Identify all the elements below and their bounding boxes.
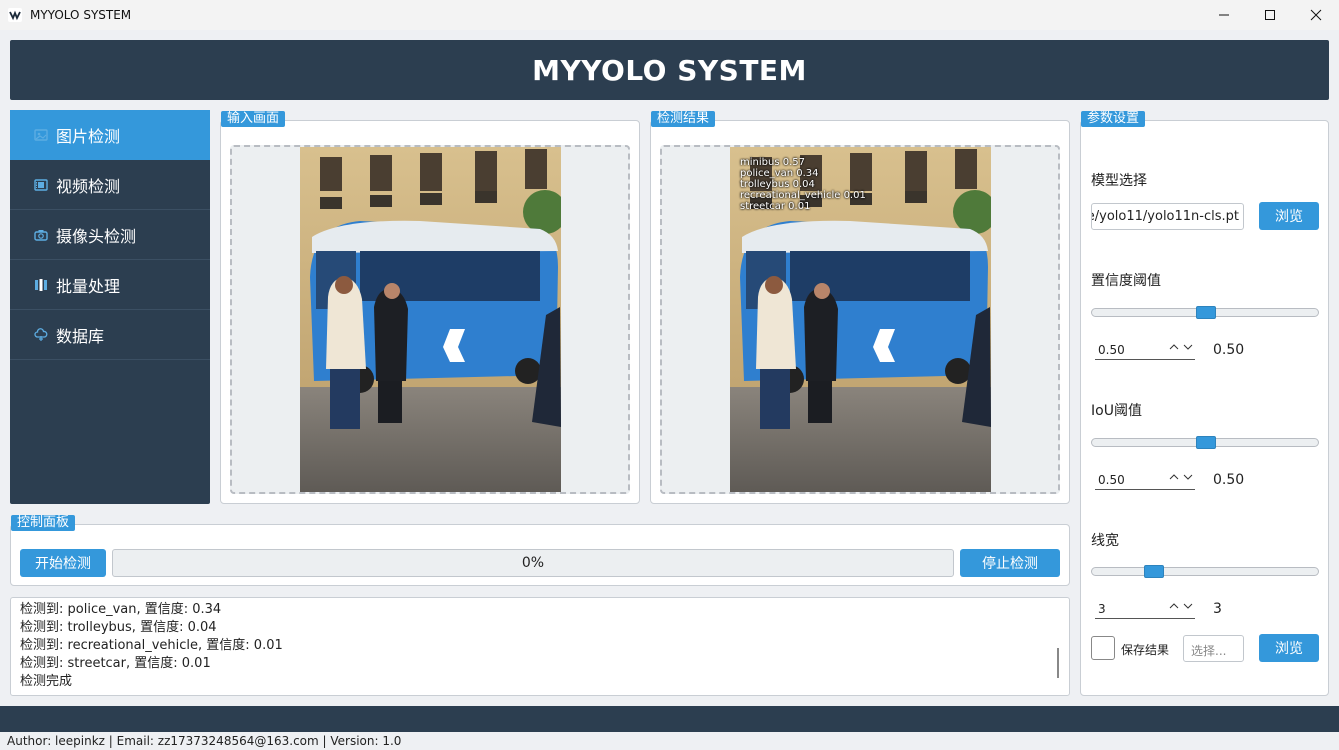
batch-icon [34, 278, 48, 292]
confidence-spin-text: 0.50 [1098, 343, 1125, 357]
log-scrollbar[interactable] [1057, 648, 1059, 678]
settings-panel-title: 参数设置 [1081, 111, 1146, 127]
minimize-button[interactable] [1201, 0, 1247, 30]
iou-slider-handle[interactable] [1196, 436, 1216, 449]
stop-detection-button[interactable]: 停止检测 [960, 549, 1060, 577]
sidebar-item-label: 数据库 [56, 326, 105, 346]
sidebar-item-camera-detection[interactable]: 摄像头检测 [10, 210, 210, 260]
chevron-down-icon[interactable] [1183, 601, 1193, 611]
chevron-down-icon[interactable] [1183, 342, 1193, 352]
iou-spinbox[interactable]: 0.50 [1095, 470, 1195, 490]
detection-label: recreational_vehicle 0.01 [740, 190, 866, 201]
linewidth-spinbox[interactable]: 3 [1095, 599, 1195, 619]
chevron-up-icon[interactable] [1169, 342, 1179, 352]
model-select-label: 模型选择 [1091, 173, 1147, 189]
confidence-slider[interactable] [1091, 306, 1319, 319]
linewidth-value: 3 [1213, 601, 1222, 617]
image-icon [34, 128, 48, 142]
maximize-button[interactable] [1247, 0, 1293, 30]
log-line: 检测完成 [20, 674, 73, 689]
footer-bar [0, 706, 1339, 732]
detection-label: minibus 0.57 [740, 157, 805, 168]
chevron-down-icon[interactable] [1183, 472, 1193, 482]
log-line: 检测到: recreational_vehicle, 置信度: 0.01 [20, 638, 283, 653]
sidebar-item-image-detection[interactable]: 图片检测 [10, 110, 210, 160]
maximize-icon [1265, 10, 1275, 20]
save-results-checkbox[interactable] [1091, 636, 1115, 660]
sidebar-item-label: 图片检测 [56, 127, 121, 146]
linewidth-slider[interactable] [1091, 565, 1319, 578]
status-bar: Author: leepinkz | Email: zz17373248564@… [0, 732, 1339, 750]
save-browse-button[interactable]: 浏览 [1259, 634, 1319, 662]
minimize-icon [1219, 14, 1229, 16]
model-browse-button[interactable]: 浏览 [1259, 202, 1319, 230]
sidebar-item-batch-processing[interactable]: 批量处理 [10, 260, 210, 310]
control-panel-title: 控制面板 [11, 515, 76, 531]
iou-value: 0.50 [1213, 472, 1245, 488]
linewidth-label: 线宽 [1091, 533, 1119, 549]
progress-text: 0% [521, 555, 545, 571]
log-line: 检测到: streetcar, 置信度: 0.01 [20, 656, 211, 671]
iou-slider[interactable] [1091, 436, 1319, 449]
confidence-slider-handle[interactable] [1196, 306, 1216, 319]
close-button[interactable] [1293, 0, 1339, 30]
window-titlebar: MYYOLO SYSTEM [0, 0, 1339, 30]
sidebar: 图片检测 视频检测 摄像头检测 批量处理 数据库 [10, 110, 210, 504]
result-image-frame: minibus 0.57 police_van 0.34 trolleybus … [660, 145, 1060, 494]
iou-label: IoU阈值 [1091, 403, 1142, 419]
app-logo-icon [8, 8, 22, 22]
model-path-input[interactable]: e/yolo11/yolo11n-cls.pt [1091, 203, 1244, 230]
iou-spin-text: 0.50 [1098, 473, 1125, 487]
film-icon [34, 178, 48, 192]
input-panel-title: 输入画面 [221, 111, 286, 127]
detection-label: police_van 0.34 [740, 168, 819, 179]
log-output[interactable]: 检测到: police_van, 置信度: 0.34 检测到: trolleyb… [10, 597, 1070, 696]
result-panel-title: 检测结果 [651, 111, 716, 127]
linewidth-spin-text: 3 [1098, 602, 1106, 616]
sidebar-item-video-detection[interactable]: 视频检测 [10, 160, 210, 210]
input-photo [300, 147, 561, 492]
sidebar-item-label: 摄像头检测 [56, 226, 137, 246]
window-title: MYYOLO SYSTEM [30, 8, 132, 22]
linewidth-slider-handle[interactable] [1144, 565, 1164, 578]
confidence-spinbox[interactable]: 0.50 [1095, 340, 1195, 360]
chevron-up-icon[interactable] [1169, 472, 1179, 482]
header-title: MYYOLO SYSTEM [532, 53, 807, 87]
chevron-up-icon[interactable] [1169, 601, 1179, 611]
confidence-label: 置信度阈值 [1091, 273, 1161, 289]
save-results-label: 保存结果 [1121, 643, 1170, 657]
save-path-input[interactable]: 选择... [1183, 635, 1244, 662]
input-image-frame [230, 145, 630, 494]
start-detection-button[interactable]: 开始检测 [20, 549, 106, 577]
sidebar-item-label: 批量处理 [56, 276, 121, 296]
detection-label: trolleybus 0.04 [740, 179, 815, 190]
app-header: MYYOLO SYSTEM [10, 40, 1329, 100]
camera-icon [34, 228, 48, 242]
log-line: 检测到: trolleybus, 置信度: 0.04 [20, 620, 217, 635]
close-icon [1310, 9, 1322, 21]
sidebar-item-database[interactable]: 数据库 [10, 310, 210, 360]
log-line: 检测到: police_van, 置信度: 0.34 [20, 602, 222, 617]
sidebar-item-label: 视频检测 [56, 176, 121, 196]
confidence-value: 0.50 [1213, 342, 1245, 358]
cloud-database-icon [34, 327, 48, 342]
progress-bar: 0% [112, 549, 954, 577]
detection-label: streetcar 0.01 [740, 201, 811, 212]
